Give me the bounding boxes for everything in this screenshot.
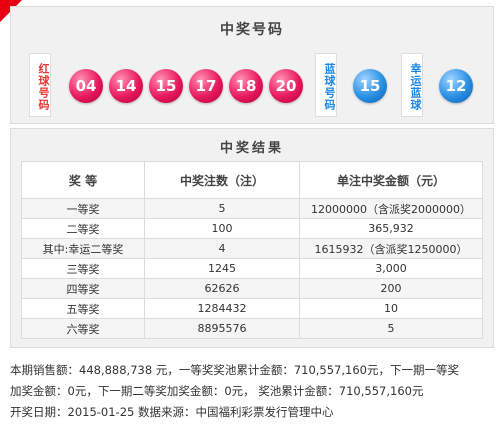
prize-count: 4	[144, 238, 300, 259]
header-level: 奖 等	[21, 161, 145, 199]
prize-count: 1284432	[144, 298, 300, 319]
bonus-info-line: 加奖金额：0元，下一期二等奖加奖金额：0元， 奖池累计金额：710,557,16…	[10, 384, 424, 398]
prize-amount: 1615932（含派奖1250000）	[299, 238, 483, 259]
red-ball-label: 红球号码	[29, 53, 51, 117]
red-ball: 14	[109, 69, 143, 103]
table-row: 一等奖 5 12000000（含派奖2000000）	[21, 198, 483, 219]
table-row: 三等奖 1245 3,000	[21, 258, 483, 279]
table-header-row: 奖 等 中奖注数（注） 单注中奖金额（元）	[21, 161, 483, 199]
red-ball: 17	[189, 69, 223, 103]
prize-count: 8895576	[144, 318, 300, 339]
draw-date-line: 开奖日期：2015-01-25 数据来源：中国福利彩票发行管理中心	[10, 405, 334, 419]
blue-ball-label: 蓝球号码	[315, 53, 337, 117]
lucky-blue-ball-label: 幸运蓝球	[401, 53, 423, 117]
table-row: 五等奖 1284432 10	[21, 298, 483, 319]
prize-count: 5	[144, 198, 300, 219]
prize-level: 其中:幸运二等奖	[21, 238, 145, 259]
table-row: 二等奖 100 365,932	[21, 218, 483, 239]
prize-table: 奖 等 中奖注数（注） 单注中奖金额（元） 一等奖 5 12000000（含派奖…	[21, 161, 483, 339]
prize-level: 六等奖	[21, 318, 145, 339]
red-ball: 20	[269, 69, 303, 103]
prize-amount: 10	[299, 298, 483, 319]
prize-results-panel: 中奖结果 奖 等 中奖注数（注） 单注中奖金额（元） 一等奖 5 1200000…	[10, 128, 494, 348]
winning-numbers-panel: 中奖号码 红球号码 04 14 15 17 18 20 蓝球号码 15 幸运蓝球…	[10, 6, 494, 124]
prize-level: 二等奖	[21, 218, 145, 239]
blue-ball: 15	[353, 69, 387, 103]
prize-count: 62626	[144, 278, 300, 299]
lucky-blue-ball: 12	[439, 69, 473, 103]
prize-level: 四等奖	[21, 278, 145, 299]
table-row: 六等奖 8895576 5	[21, 318, 483, 339]
prize-level: 三等奖	[21, 258, 145, 279]
sales-info-line: 本期销售额：448,888,738 元，一等奖奖池累计金额：710,557,16…	[10, 363, 459, 377]
red-ball: 15	[149, 69, 183, 103]
winning-numbers-title: 中奖号码	[220, 22, 284, 38]
prize-amount: 3,000	[299, 258, 483, 279]
prize-level: 五等奖	[21, 298, 145, 319]
prize-count: 100	[144, 218, 300, 239]
header-count: 中奖注数（注）	[144, 161, 300, 199]
prize-amount: 200	[299, 278, 483, 299]
draw-info: 本期销售额：448,888,738 元，一等奖奖池累计金额：710,557,16…	[10, 360, 494, 423]
prize-results-title: 中奖结果	[219, 141, 284, 156]
red-ball: 18	[229, 69, 263, 103]
header-amount: 单注中奖金额（元）	[299, 161, 483, 199]
prize-level: 一等奖	[21, 198, 145, 219]
prize-amount: 12000000（含派奖2000000）	[299, 198, 483, 219]
table-row: 其中:幸运二等奖 4 1615932（含派奖1250000）	[21, 238, 483, 259]
table-row: 四等奖 62626 200	[21, 278, 483, 299]
prize-amount: 365,932	[299, 218, 483, 239]
prize-count: 1245	[144, 258, 300, 279]
red-ball: 04	[69, 69, 103, 103]
prize-amount: 5	[299, 318, 483, 339]
